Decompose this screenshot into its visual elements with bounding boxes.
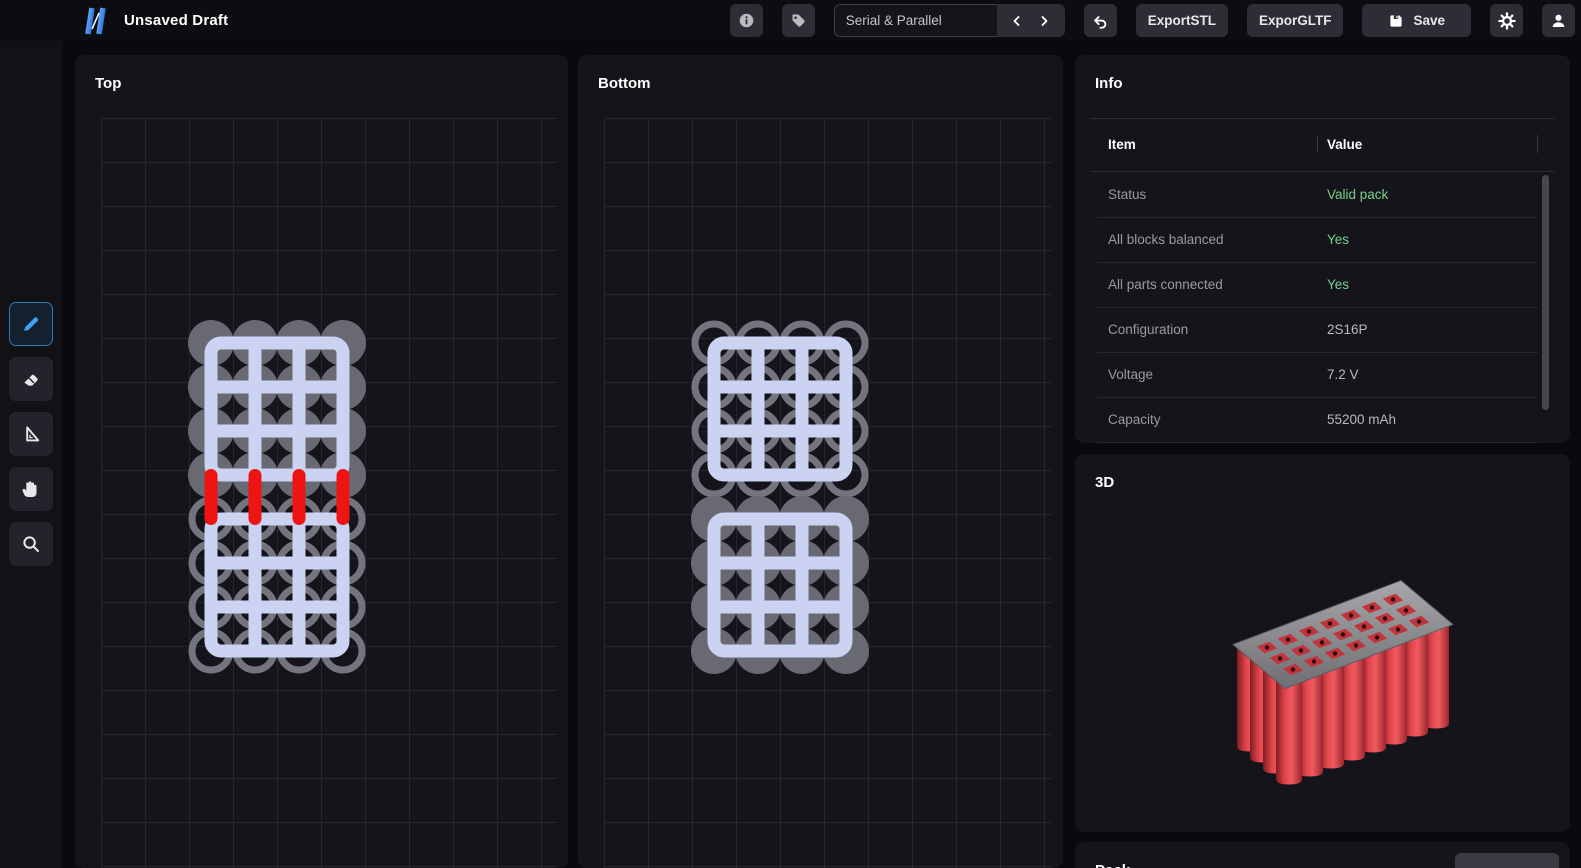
settings-button[interactable] xyxy=(1490,4,1523,37)
row-label: Configuration xyxy=(1108,322,1188,337)
viewer-3d-panel: 3D xyxy=(1075,454,1570,832)
row-label: All blocks balanced xyxy=(1108,232,1224,247)
row-label: All parts connected xyxy=(1108,277,1223,292)
tag-icon xyxy=(790,12,807,29)
info-icon xyxy=(738,12,755,29)
save-button[interactable]: Save xyxy=(1362,4,1471,37)
pack-3d-render[interactable] xyxy=(1175,574,1480,809)
block-mode-selector: Serial & Parallel xyxy=(834,4,1065,37)
user-icon xyxy=(1550,12,1567,29)
hand-icon xyxy=(21,479,41,499)
column-header-value: Value xyxy=(1327,137,1362,152)
mode-select[interactable]: Serial & Parallel xyxy=(834,4,997,37)
floppy-icon xyxy=(1388,13,1404,29)
undo-icon xyxy=(1091,12,1109,30)
row-label: Capacity xyxy=(1108,412,1161,427)
column-header-item: Item xyxy=(1108,137,1136,152)
info-button[interactable] xyxy=(730,4,763,37)
topbar-actions: Serial & Parallel ExportSTL ExporGLTF xyxy=(730,0,1575,41)
table-row: Status Valid pack xyxy=(1075,172,1570,217)
column-divider xyxy=(1317,135,1318,153)
table-row: All blocks balanced Yes xyxy=(1075,217,1570,262)
tool-setsquare-button[interactable] xyxy=(9,412,53,456)
account-button[interactable] xyxy=(1542,4,1575,37)
tool-pencil-button[interactable] xyxy=(9,302,53,346)
document-title: Unsaved Draft xyxy=(124,12,228,29)
brand: Unsaved Draft xyxy=(78,3,228,39)
mode-steppers xyxy=(997,4,1065,37)
magnifier-icon xyxy=(21,534,41,554)
pencil-icon xyxy=(21,314,41,334)
row-value: Yes xyxy=(1327,277,1349,292)
info-panel: Info Item Value Status Valid pack All bl… xyxy=(1075,55,1570,443)
gear-icon xyxy=(1498,12,1516,30)
table-row: All parts connected Yes xyxy=(1075,262,1570,307)
setsquare-icon xyxy=(21,424,41,444)
row-value: Valid pack xyxy=(1327,187,1388,202)
tool-palette xyxy=(0,41,62,868)
divider xyxy=(1097,442,1538,443)
table-row: Capacity 55200 mAh xyxy=(1075,397,1570,442)
eraser-icon xyxy=(21,369,41,389)
table-scrollbar-thumb[interactable] xyxy=(1542,175,1549,410)
info-table-header: Item Value xyxy=(1075,119,1570,171)
row-value: Yes xyxy=(1327,232,1349,247)
row-label: Voltage xyxy=(1108,367,1153,382)
export-stl-button[interactable]: ExportSTL xyxy=(1136,4,1228,37)
row-value: 7.2 V xyxy=(1327,367,1359,382)
tool-hand-button[interactable] xyxy=(9,467,53,511)
row-label: Status xyxy=(1108,187,1146,202)
topbar: Unsaved Draft Serial & Parallel xyxy=(0,0,1581,41)
battery-pack-bottom-view[interactable] xyxy=(578,55,1063,868)
battery-pack-top-view[interactable] xyxy=(75,55,568,868)
row-value: 2S16P xyxy=(1327,322,1368,337)
chevron-left-icon[interactable] xyxy=(1011,15,1023,27)
tag-button[interactable] xyxy=(782,4,815,37)
undo-button[interactable] xyxy=(1084,4,1117,37)
pack-action-button[interactable] xyxy=(1455,853,1559,868)
tool-magnifier-button[interactable] xyxy=(9,522,53,566)
app-logo-hash-icon xyxy=(78,3,114,39)
chevron-right-icon[interactable] xyxy=(1038,15,1050,27)
pack-panel-title: Pack xyxy=(1095,862,1130,868)
bottom-view-panel: Bottom xyxy=(578,55,1063,868)
row-value: 55200 mAh xyxy=(1327,412,1396,427)
export-gltf-button[interactable]: ExporGLTF xyxy=(1247,4,1344,37)
save-label: Save xyxy=(1413,13,1445,28)
viewer-3d-title: 3D xyxy=(1095,474,1114,491)
pack-panel: Pack xyxy=(1075,842,1570,868)
table-row: Configuration 2S16P xyxy=(1075,307,1570,352)
tool-eraser-button[interactable] xyxy=(9,357,53,401)
info-title: Info xyxy=(1095,75,1123,92)
table-row: Voltage 7.2 V xyxy=(1075,352,1570,397)
top-view-panel: Top xyxy=(75,55,568,868)
column-divider xyxy=(1537,135,1538,153)
